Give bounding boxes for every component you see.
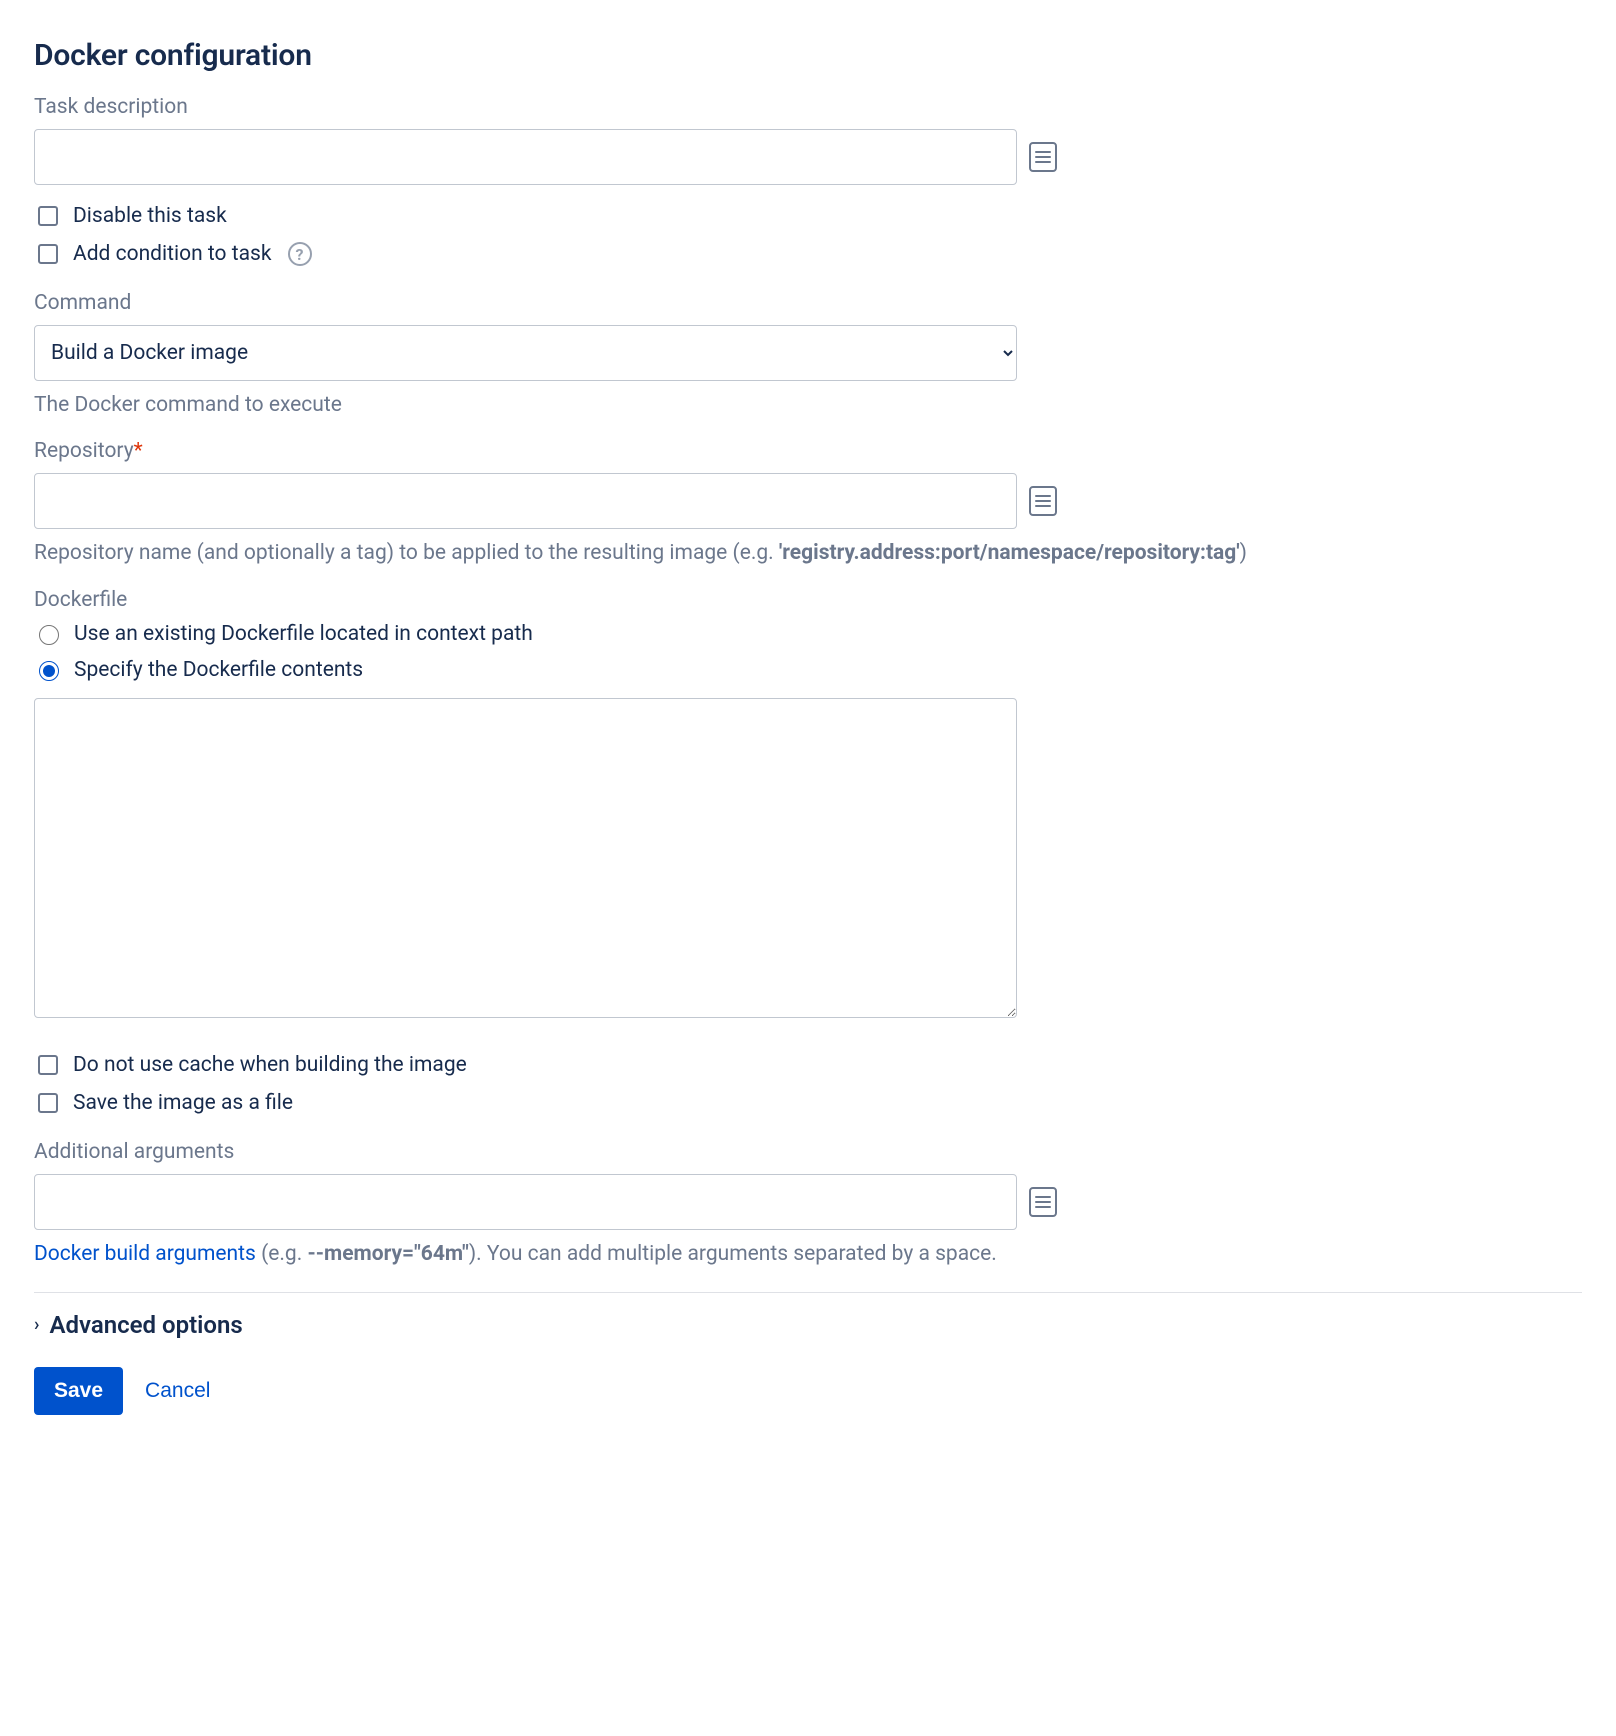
dockerfile-contents-textarea[interactable] [34, 698, 1017, 1018]
dockerfile-inline-label[interactable]: Specify the Dockerfile contents [74, 658, 363, 682]
additional-args-input[interactable] [34, 1174, 1017, 1230]
repository-help: Repository name (and optionally a tag) t… [34, 539, 1582, 567]
save-button[interactable]: Save [34, 1367, 123, 1415]
add-condition-checkbox[interactable] [38, 244, 58, 264]
additional-args-label: Additional arguments [34, 1140, 1582, 1164]
dockerfile-inline-radio[interactable] [39, 661, 59, 681]
advanced-options-toggle[interactable]: › Advanced options [34, 1311, 1582, 1339]
docker-build-args-link[interactable]: Docker build arguments [34, 1242, 256, 1266]
help-icon[interactable]: ? [288, 242, 312, 266]
save-as-file-checkbox[interactable] [38, 1093, 58, 1113]
task-description-label: Task description [34, 95, 1582, 119]
additional-args-help: Docker build arguments (e.g. --memory="6… [34, 1240, 1582, 1268]
notes-icon[interactable] [1029, 1187, 1057, 1217]
chevron-right-icon: › [34, 1316, 39, 1334]
task-description-input[interactable] [34, 129, 1017, 185]
dockerfile-label: Dockerfile [34, 588, 1582, 612]
dockerfile-existing-radio[interactable] [39, 625, 59, 645]
notes-icon[interactable] [1029, 486, 1057, 516]
divider [34, 1292, 1582, 1293]
repository-label: Repository* [34, 439, 1582, 463]
disable-task-label[interactable]: Disable this task [73, 204, 227, 228]
notes-icon[interactable] [1029, 142, 1057, 172]
no-cache-label[interactable]: Do not use cache when building the image [73, 1053, 467, 1077]
command-label: Command [34, 291, 1582, 315]
disable-task-checkbox[interactable] [38, 206, 58, 226]
command-select[interactable]: Build a Docker image [34, 325, 1017, 381]
dockerfile-existing-label[interactable]: Use an existing Dockerfile located in co… [74, 622, 533, 646]
cancel-button[interactable]: Cancel [145, 1379, 210, 1403]
command-help: The Docker command to execute [34, 391, 1582, 419]
add-condition-label[interactable]: Add condition to task [73, 242, 272, 266]
repository-input[interactable] [34, 473, 1017, 529]
page-title: Docker configuration [34, 38, 1582, 73]
save-as-file-label[interactable]: Save the image as a file [73, 1091, 293, 1115]
no-cache-checkbox[interactable] [38, 1055, 58, 1075]
advanced-options-label: Advanced options [49, 1311, 242, 1339]
